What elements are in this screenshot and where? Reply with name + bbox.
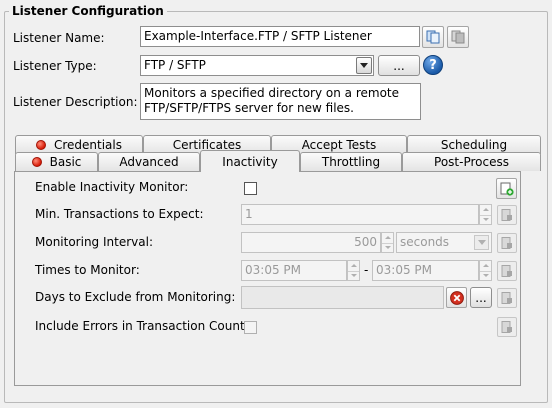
tab-throttling[interactable]: Throttling — [300, 152, 402, 171]
paste-icon — [451, 30, 465, 44]
tab-label: Inactivity — [222, 154, 278, 169]
tab-label: Advanced — [119, 155, 179, 169]
help-icon[interactable]: ? — [423, 55, 443, 75]
copy-icon — [426, 30, 440, 44]
paste-name-button[interactable] — [447, 26, 469, 48]
listener-description-label: Listener Description: — [13, 95, 138, 109]
tab-label: Accept Tests — [301, 138, 377, 152]
listener-name-input[interactable]: Example-Interface.FTP / SFTP Listener — [140, 26, 420, 47]
listener-description-input[interactable]: Monitors a specified directory on a remo… — [140, 83, 421, 120]
listener-type-label: Listener Type: — [13, 59, 97, 73]
tab-label: Scheduling — [440, 138, 508, 152]
tab-label: Post-Process — [434, 155, 509, 169]
tab-post-process[interactable]: Post-Process — [402, 152, 541, 171]
listener-type-browse-button[interactable]: ... — [378, 55, 420, 76]
tab-label: Throttling — [321, 155, 381, 169]
listener-configuration-window: Listener Configuration Listener Name: Ex… — [0, 0, 552, 408]
inactivity-panel — [14, 171, 521, 386]
tab-inactivity[interactable]: Inactivity — [200, 150, 300, 172]
tab-advanced[interactable]: Advanced — [98, 152, 200, 171]
error-icon — [35, 140, 46, 150]
tab-basic[interactable]: Basic — [15, 152, 98, 171]
group-title: Listener Configuration — [9, 4, 167, 18]
tab-label: Credentials — [53, 138, 122, 152]
listener-type-value: FTP / SFTP — [144, 58, 206, 72]
listener-type-select[interactable]: FTP / SFTP — [140, 55, 374, 76]
tab-label: Basic — [49, 155, 82, 169]
listener-name-label: Listener Name: — [13, 31, 105, 45]
copy-name-button[interactable] — [422, 26, 444, 48]
error-icon — [31, 157, 42, 167]
chevron-down-icon[interactable] — [356, 57, 372, 74]
